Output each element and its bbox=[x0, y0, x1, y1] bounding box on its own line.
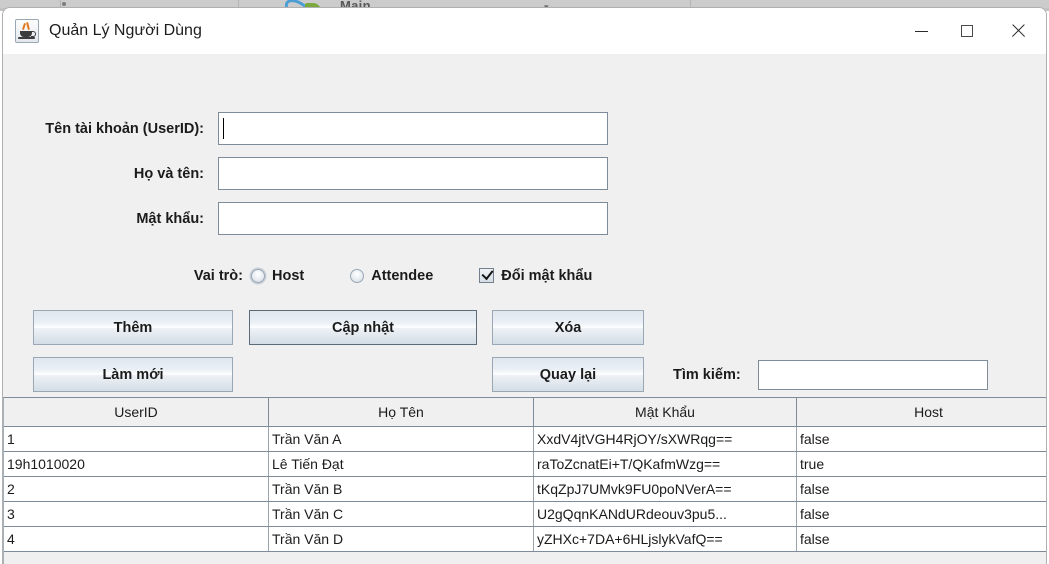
table-row[interactable]: 19h1010020 Lê Tiến Đạt raToZcnatEi+T/QKa… bbox=[4, 451, 1046, 477]
field-row-fullname: Họ và tên: bbox=[3, 157, 608, 190]
cell-hoten: Trần Văn D bbox=[268, 526, 534, 552]
update-button[interactable]: Cập nhật bbox=[249, 310, 477, 345]
cell-host: false bbox=[796, 501, 1046, 527]
field-row-userid: Tên tài khoản (UserID): bbox=[3, 112, 608, 145]
userid-label: Tên tài khoản (UserID): bbox=[45, 120, 204, 137]
form-panel: Tên tài khoản (UserID): Họ và tên: Mật k… bbox=[3, 54, 1046, 564]
minimize-icon bbox=[914, 30, 928, 32]
fullname-input[interactable] bbox=[218, 157, 608, 190]
cell-userid: 2 bbox=[4, 476, 269, 502]
column-header-matkhau[interactable]: Mật Khẩu bbox=[533, 398, 797, 427]
minimize-button[interactable] bbox=[898, 8, 944, 54]
title-bar: Quản Lý Người Dùng bbox=[3, 8, 1046, 54]
cell-hoten: Trần Văn A bbox=[268, 426, 534, 452]
password-label: Mật khẩu: bbox=[136, 210, 204, 227]
cell-matkhau: raToZcnatEi+T/QKafmWzg== bbox=[533, 451, 797, 477]
radio-host-label: Host bbox=[272, 267, 305, 284]
radio-attendee-icon bbox=[350, 268, 365, 283]
cell-hoten: Lê Tiến Đạt bbox=[268, 451, 534, 477]
field-row-password: Mật khẩu: bbox=[3, 202, 608, 235]
table-row[interactable]: 4 Trần Văn D yZHXc+7DA+6HLjslykVafQ== fa… bbox=[4, 526, 1046, 552]
fullname-label: Họ và tên: bbox=[133, 165, 204, 182]
cell-userid: 4 bbox=[4, 526, 269, 552]
radio-attendee[interactable]: Attendee bbox=[350, 268, 433, 284]
cell-hoten: Trần Văn C bbox=[268, 501, 534, 527]
radio-host-icon bbox=[251, 268, 265, 283]
close-button[interactable] bbox=[990, 8, 1046, 54]
window-title: Quản Lý Người Dùng bbox=[49, 22, 202, 39]
cell-userid: 19h1010020 bbox=[4, 451, 269, 477]
title-bar-left: Quản Lý Người Dùng bbox=[15, 8, 202, 54]
cell-host: true bbox=[796, 451, 1046, 477]
search-row: Tìm kiếm: bbox=[673, 357, 988, 392]
java-icon bbox=[15, 19, 39, 43]
column-header-host[interactable]: Host bbox=[796, 398, 1046, 427]
refresh-button[interactable]: Làm mới bbox=[33, 357, 233, 392]
radio-host[interactable]: Host bbox=[251, 268, 304, 284]
table-header-row: UserID Họ Tên Mật Khẩu Host bbox=[4, 398, 1046, 427]
users-table: UserID Họ Tên Mật Khẩu Host 1 Trần Văn A… bbox=[4, 398, 1046, 552]
checkbox-change-password-label: Đổi mật khẩu bbox=[501, 267, 593, 284]
column-header-hoten[interactable]: Họ Tên bbox=[268, 398, 534, 427]
table-row[interactable]: 2 Trần Văn B tKqZpJ7UMvk9FU0poNVerA== fa… bbox=[4, 476, 1046, 502]
checkbox-change-password[interactable]: Đổi mật khẩu bbox=[479, 266, 593, 284]
cell-userid: 3 bbox=[4, 501, 269, 527]
cell-matkhau: tKqZpJ7UMvk9FU0poNVerA== bbox=[533, 476, 797, 502]
cell-hoten: Trần Văn B bbox=[268, 476, 534, 502]
delete-button[interactable]: Xóa bbox=[492, 310, 644, 345]
role-label: Vai trò: bbox=[193, 267, 243, 284]
search-input[interactable] bbox=[757, 359, 988, 390]
radio-attendee-label: Attendee bbox=[371, 267, 434, 284]
cell-matkhau: U2gQqnKANdURdeouv3pu5... bbox=[533, 501, 797, 527]
table-row[interactable]: 3 Trần Văn C U2gQqnKANdURdeouv3pu5... fa… bbox=[4, 501, 1046, 527]
cell-matkhau: yZHXc+7DA+6HLjslykVafQ== bbox=[533, 526, 797, 552]
table-row[interactable]: 1 Trần Văn A XxdV4jtVGH4RjOY/sXWRqg== fa… bbox=[4, 426, 1046, 452]
cell-host: false bbox=[796, 426, 1046, 452]
window-controls bbox=[898, 8, 1046, 54]
maximize-button[interactable] bbox=[944, 8, 990, 54]
checkbox-checked-icon bbox=[479, 266, 495, 283]
add-button[interactable]: Thêm bbox=[33, 310, 233, 345]
column-header-userid[interactable]: UserID bbox=[4, 398, 269, 427]
back-button[interactable]: Quay lại bbox=[492, 357, 644, 392]
password-input[interactable] bbox=[218, 202, 608, 235]
application-window: Quản Lý Người Dùng Tên tài khoản (UserID… bbox=[2, 7, 1047, 564]
cell-matkhau: XxdV4jtVGH4RjOY/sXWRqg== bbox=[533, 426, 797, 452]
close-icon bbox=[1010, 23, 1026, 39]
search-label: Tìm kiếm: bbox=[673, 366, 741, 383]
cell-host: false bbox=[796, 476, 1046, 502]
userid-input[interactable] bbox=[218, 112, 608, 145]
role-row: Vai trò: Host Attendee Đổi mật khẩu bbox=[3, 259, 592, 292]
cell-host: false bbox=[796, 526, 1046, 552]
users-table-container: UserID Họ Tên Mật Khẩu Host 1 Trần Văn A… bbox=[3, 397, 1046, 564]
maximize-icon bbox=[961, 25, 973, 37]
background-dot bbox=[62, 2, 66, 6]
cell-userid: 1 bbox=[4, 426, 269, 452]
